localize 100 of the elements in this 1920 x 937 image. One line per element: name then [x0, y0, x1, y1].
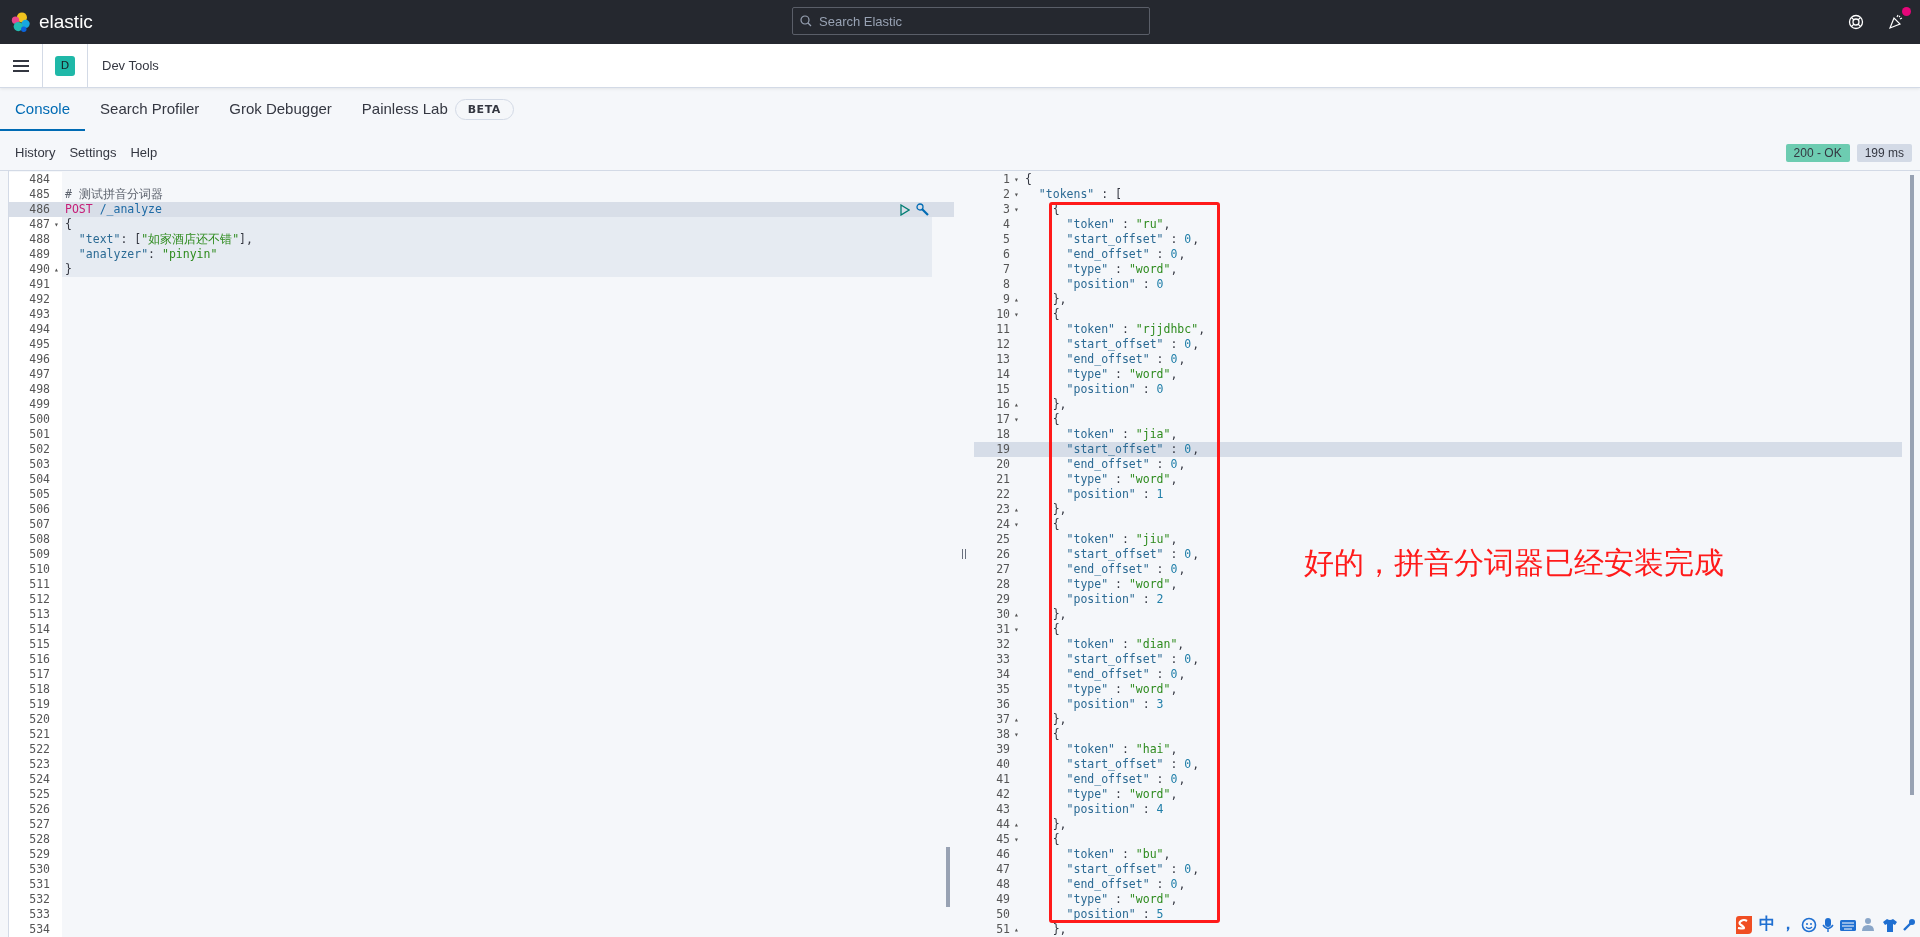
fold-toggle[interactable]: ▾	[1014, 414, 1019, 425]
space-avatar[interactable]: D	[55, 55, 75, 76]
input-mode[interactable]: 中	[1759, 914, 1775, 935]
fold-toggle[interactable]: ▴	[1014, 399, 1019, 410]
line-number: 20	[996, 457, 1011, 472]
line-number: 16	[996, 397, 1011, 412]
code-line: {	[65, 217, 72, 232]
tab[interactable]: Search Profiler	[85, 88, 215, 131]
line-number: 526	[29, 802, 51, 817]
code-line: {	[1051, 727, 1060, 742]
fold-toggle[interactable]: ▴	[54, 264, 59, 275]
code-line: },	[1051, 502, 1067, 517]
tab[interactable]: Console	[0, 88, 86, 131]
time-badge: 199 ms	[1856, 143, 1912, 162]
line-number: 3	[1003, 202, 1011, 217]
fold-toggle[interactable]: ▾	[1014, 624, 1019, 635]
shirt-icon[interactable]	[1883, 917, 1897, 932]
line-number: 22	[996, 487, 1011, 502]
line-number: 528	[29, 832, 51, 847]
line-number: 33	[996, 652, 1011, 667]
fold-toggle[interactable]: ▾	[54, 219, 59, 230]
line-number: 23	[996, 502, 1011, 517]
elastic-logo-icon[interactable]	[10, 11, 32, 33]
line-number: 5	[1003, 232, 1011, 247]
ime-logo-icon[interactable]	[1734, 914, 1754, 935]
line-number: 37	[996, 712, 1011, 727]
scrollbar-thumb[interactable]	[1910, 175, 1914, 795]
line-number: 18	[996, 427, 1011, 442]
code-line: "end_offset" : 0,	[1065, 877, 1186, 892]
line-number: 505	[29, 487, 51, 502]
line-number: 35	[996, 682, 1011, 697]
smiley-icon[interactable]	[1801, 916, 1817, 933]
scrollbar-thumb[interactable]	[946, 847, 950, 907]
code-line: "position" : 0	[1065, 277, 1165, 292]
line-number: 502	[29, 442, 51, 457]
code-line: "start_offset" : 0,	[1065, 652, 1200, 667]
line-number: 486	[29, 202, 51, 217]
line-number: 7	[1003, 262, 1011, 277]
line-number: 522	[29, 742, 51, 757]
keyboard-icon[interactable]	[1839, 917, 1857, 932]
code-line: "position" : 0	[1065, 382, 1165, 397]
code-line: "position" : 5	[1065, 907, 1165, 922]
fold-toggle[interactable]: ▾	[1014, 729, 1019, 740]
code-line: },	[1051, 292, 1067, 307]
code-line: "token" : "bu",	[1065, 847, 1171, 862]
fold-toggle[interactable]: ▴	[1014, 819, 1019, 830]
line-number: 4	[1003, 217, 1011, 232]
fold-toggle[interactable]: ▾	[1014, 204, 1019, 215]
line-number: 21	[996, 472, 1011, 487]
fold-toggle[interactable]: ▾	[1014, 834, 1019, 845]
code-line: "token" : "ru",	[1065, 217, 1171, 232]
tab[interactable]: Grok Debugger	[214, 88, 347, 131]
code-line: {	[1051, 307, 1060, 322]
search-field[interactable]: Search Elastic	[792, 7, 1150, 35]
code-line: "position" : 2	[1065, 592, 1165, 607]
fold-toggle[interactable]: ▾	[1014, 519, 1019, 530]
fold-toggle[interactable]: ▾	[1014, 189, 1019, 200]
line-number: 41	[996, 772, 1011, 787]
code-line: {	[1025, 172, 1032, 187]
microphone-icon[interactable]	[1822, 916, 1834, 933]
line-number: 13	[996, 352, 1011, 367]
line-number: 10	[996, 307, 1011, 322]
line-number: 531	[29, 877, 51, 892]
line-number: 15	[996, 382, 1011, 397]
brand-name[interactable]: elastic	[39, 11, 93, 33]
line-number: 6	[1003, 247, 1011, 262]
code-line: "start_offset" : 0,	[1065, 232, 1200, 247]
line-number: 485	[29, 187, 51, 202]
line-number: 2	[1003, 187, 1011, 202]
code-comment: # 测试拼音分词器	[65, 187, 163, 202]
fold-toggle[interactable]: ▴	[1014, 714, 1019, 725]
menu-link[interactable]: Help	[130, 145, 158, 160]
line-number: 510	[29, 562, 51, 577]
fold-toggle[interactable]: ▴	[1014, 294, 1019, 305]
line-number: 51	[996, 922, 1011, 937]
line-number: 17	[996, 412, 1011, 427]
line-number: 11	[996, 322, 1011, 337]
line-number: 527	[29, 817, 51, 832]
fold-toggle[interactable]: ▴	[1014, 924, 1019, 935]
party-popper-icon[interactable]	[1888, 14, 1904, 30]
punctuation-mode[interactable]: ，	[1780, 914, 1796, 935]
fold-toggle[interactable]: ▴	[1014, 504, 1019, 515]
line-number: 525	[29, 787, 51, 802]
help-icon[interactable]	[1848, 14, 1864, 30]
menu-link[interactable]: History	[15, 145, 56, 160]
line-number: 9	[1003, 292, 1011, 307]
play-icon[interactable]	[900, 203, 910, 216]
code-line: "end_offset" : 0,	[1065, 247, 1186, 262]
line-number: 484	[29, 172, 51, 187]
line-number: 521	[29, 727, 51, 742]
fold-toggle[interactable]: ▴	[1014, 609, 1019, 620]
fold-toggle[interactable]: ▾	[1014, 174, 1019, 185]
code-line: "start_offset" : 0,	[1065, 337, 1200, 352]
code-line: "type" : "word",	[1065, 262, 1178, 277]
line-number: 1	[1003, 172, 1011, 187]
status-badge: 200 - OK	[1785, 143, 1850, 162]
menu-link[interactable]: Settings	[69, 145, 117, 160]
line-number: 19	[996, 442, 1011, 457]
code-line: "token" : "jia",	[1065, 427, 1178, 442]
fold-toggle[interactable]: ▾	[1014, 309, 1019, 320]
